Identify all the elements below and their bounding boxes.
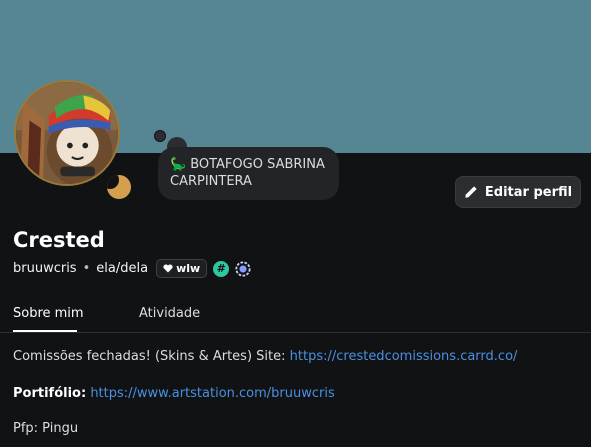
bio-line-pfp: Pfp: Pingu xyxy=(13,421,79,436)
profile-tag-label: wlw xyxy=(176,262,201,275)
display-name: Crested xyxy=(13,228,105,252)
portfolio-label: Portifólio: xyxy=(13,386,87,401)
tab-about-me[interactable]: Sobre mim xyxy=(13,306,84,321)
dinosaur-icon: 🦕 xyxy=(170,157,187,172)
bio-line-commissions: Comissões fechadas! (Skins & Artes) Site… xyxy=(13,349,517,364)
heart-icon xyxy=(163,264,173,273)
edit-profile-button[interactable]: Editar perfil xyxy=(455,176,581,208)
bio-commissions-text: Comissões fechadas! (Skins & Artes) Site… xyxy=(13,349,290,364)
pencil-icon xyxy=(465,186,477,198)
username[interactable]: bruuwcris xyxy=(13,261,77,276)
tab-activity[interactable]: Atividade xyxy=(139,306,200,321)
custom-status-text: BOTAFOGO SABRINA CARPINTERA xyxy=(170,157,325,189)
status-bubble-dot-small xyxy=(154,130,166,142)
nitro-badge-icon[interactable] xyxy=(235,260,251,277)
commissions-link[interactable]: https://crestedcomissions.carrd.co/ xyxy=(290,349,518,364)
status-indicator xyxy=(102,170,136,204)
separator: • xyxy=(82,261,91,276)
portfolio-link[interactable]: https://www.artstation.com/bruuwcris xyxy=(90,386,334,401)
bio-line-portfolio: Portifólio: https://www.artstation.com/b… xyxy=(13,386,335,401)
idle-moon-icon xyxy=(107,175,131,199)
profile-tabs: Sobre mim Atividade xyxy=(0,306,591,333)
avatar-image xyxy=(16,82,118,184)
active-tab-indicator xyxy=(13,330,77,332)
profile-tag[interactable]: wlw xyxy=(156,259,208,278)
custom-status-bubble[interactable]: 🦕 BOTAFOGO SABRINA CARPINTERA xyxy=(158,147,339,200)
edit-profile-label: Editar perfil xyxy=(484,184,573,200)
pronouns: ela/dela xyxy=(96,261,149,276)
hash-badge-icon[interactable]: # xyxy=(213,260,230,277)
profile-meta-row: bruuwcris • ela/dela wlw # xyxy=(13,259,251,278)
avatar[interactable] xyxy=(14,80,120,186)
